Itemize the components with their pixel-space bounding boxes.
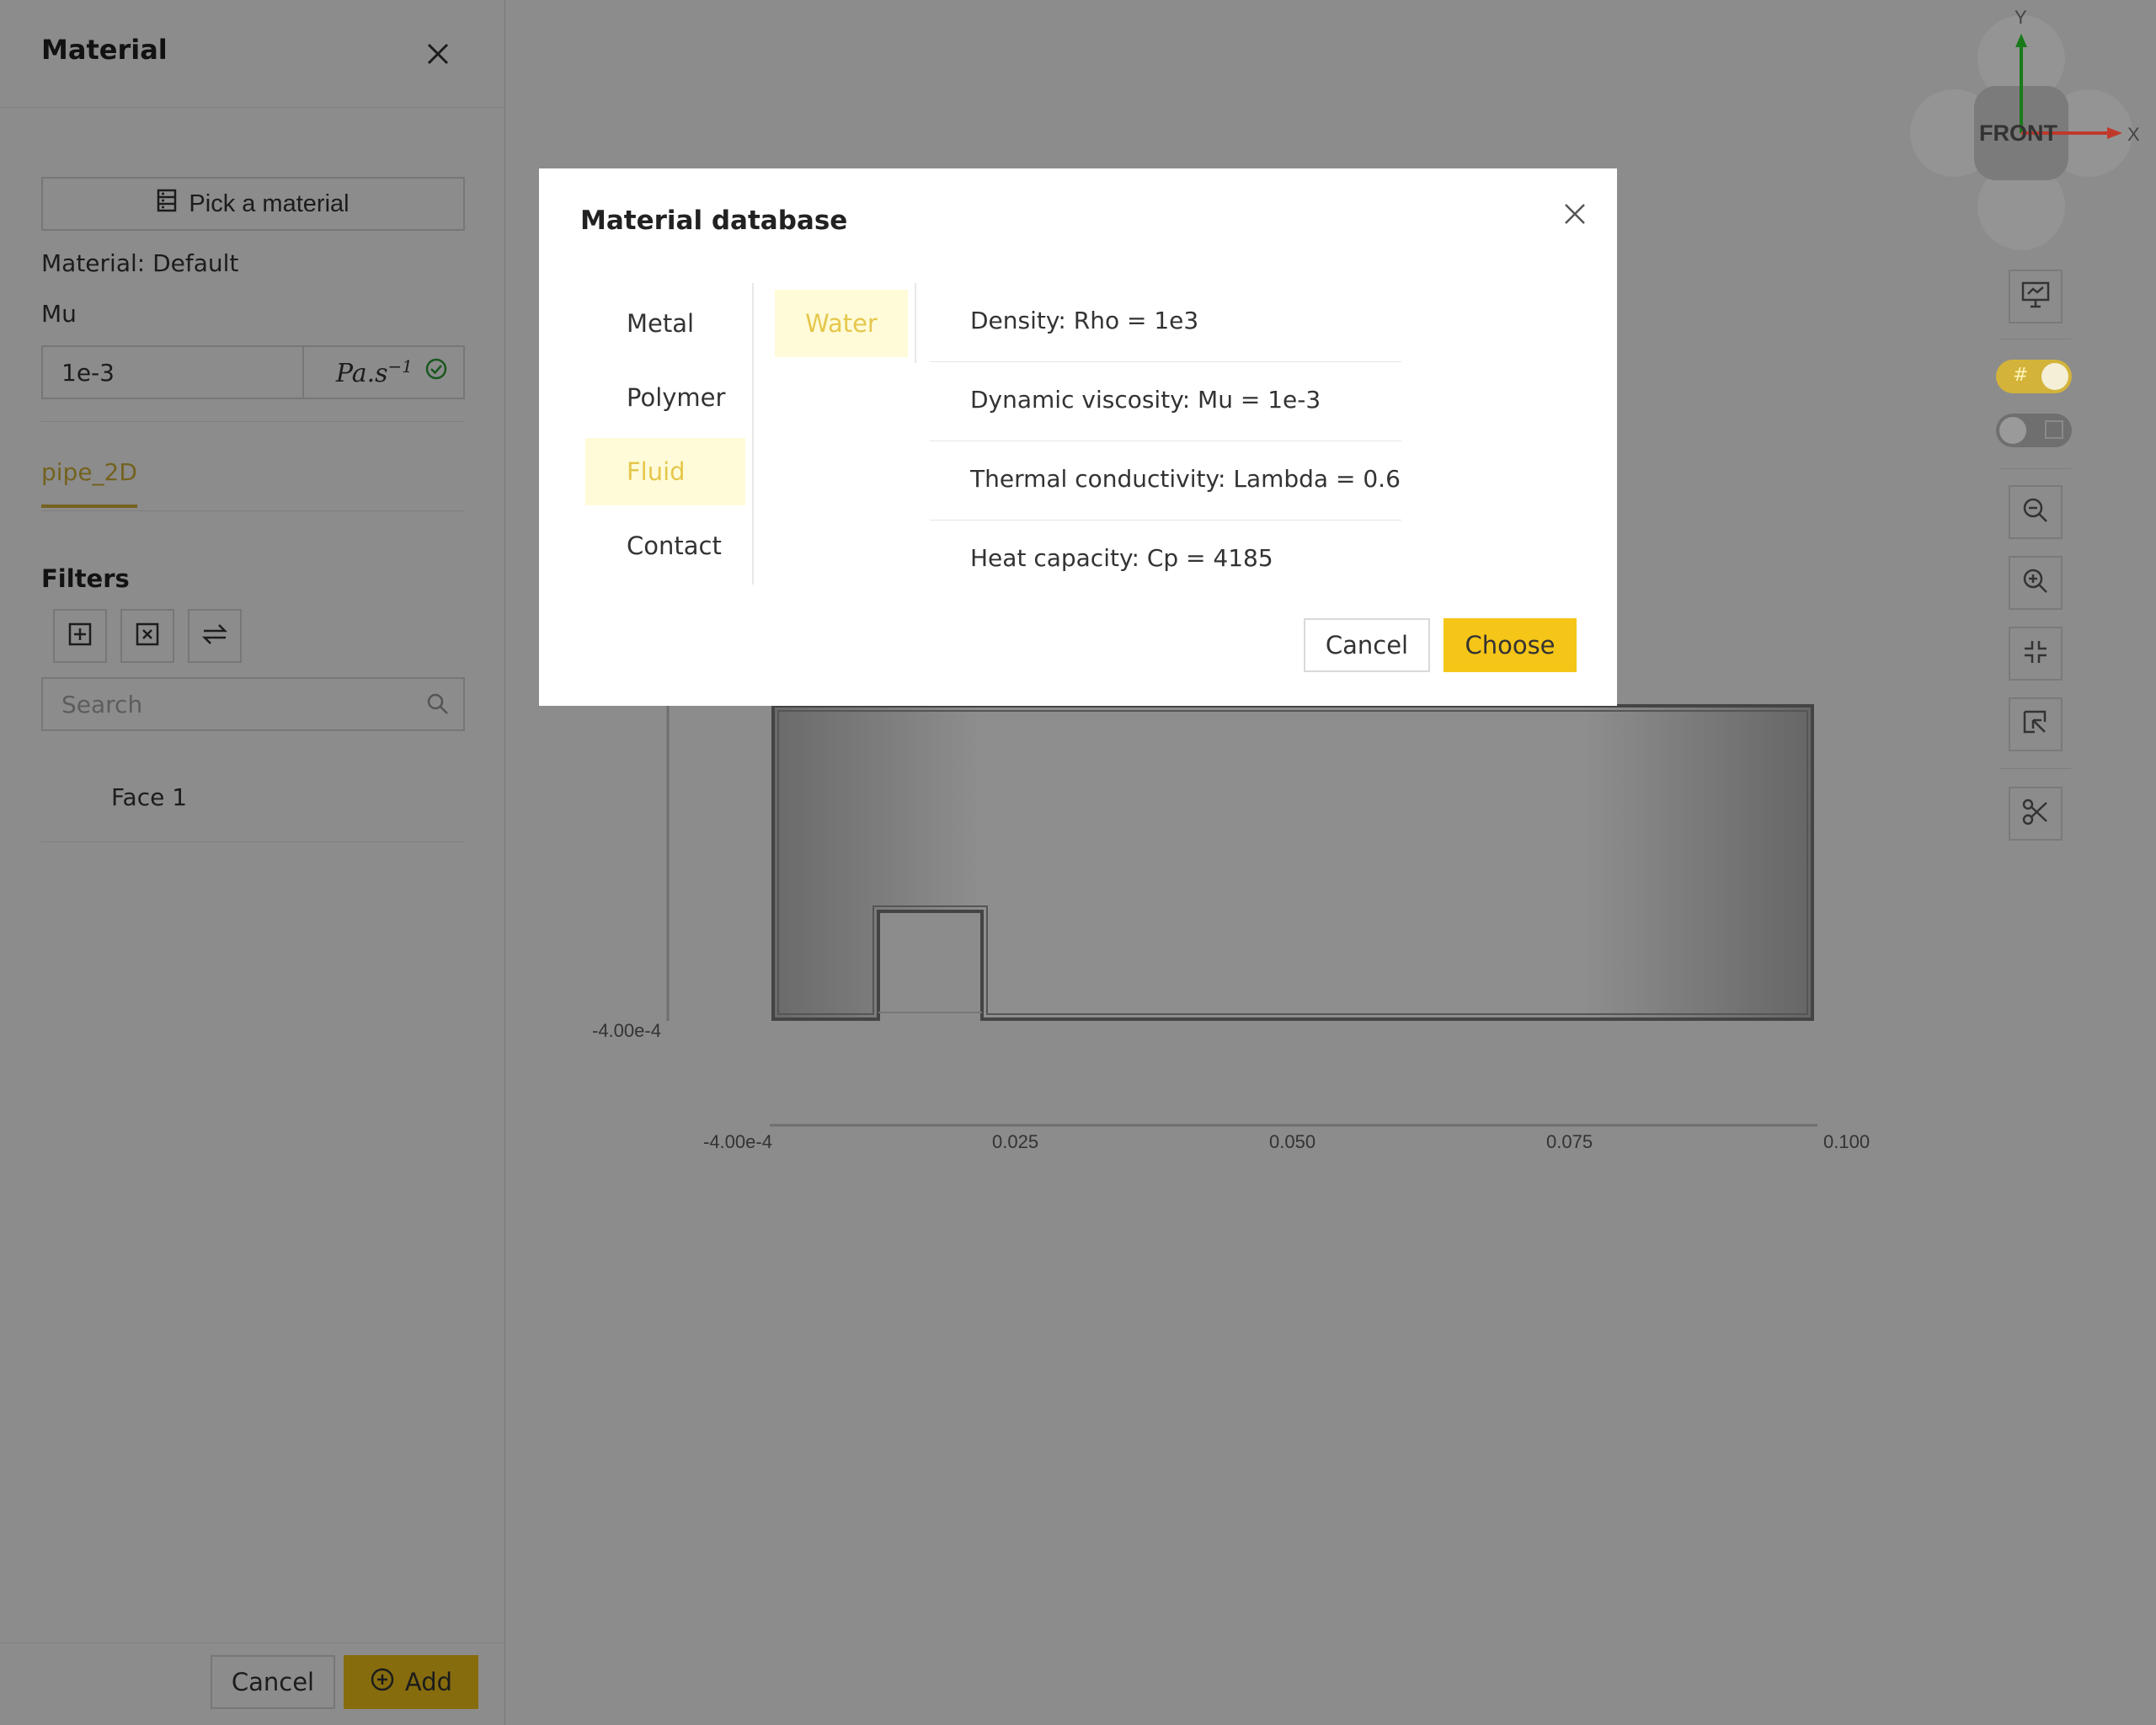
cube-face-front[interactable]: FRONT	[1979, 120, 2057, 147]
property-heat-capacity: Heat capacity: Cp = 4185	[970, 544, 1273, 572]
property-viscosity: Dynamic viscosity: Mu = 1e-3	[930, 362, 1401, 441]
category-list: Metal Polymer Fluid Contact	[585, 283, 754, 585]
zoom-in-button[interactable]	[2009, 556, 2063, 610]
category-item-polymer[interactable]: Polymer	[585, 364, 745, 431]
clip-plane-button[interactable]	[2009, 787, 2063, 841]
close-icon[interactable]	[1556, 195, 1593, 232]
axes-toggle[interactable]	[1996, 414, 2072, 447]
grid-toggle[interactable]: #	[1996, 360, 2072, 393]
zoom-in-icon	[2021, 567, 2050, 599]
category-item-metal[interactable]: Metal	[585, 290, 745, 357]
scissors-icon	[2021, 798, 2050, 830]
material-list: Water	[775, 283, 916, 363]
toolbar-divider	[2000, 768, 2071, 769]
property-conductivity: Thermal conductivity: Lambda = 0.6	[930, 441, 1401, 521]
choose-button[interactable]: Choose	[1444, 618, 1577, 672]
category-item-contact[interactable]: Contact	[585, 512, 745, 579]
zoom-out-button[interactable]	[2009, 485, 2063, 539]
y-axis-name: Y	[2015, 7, 2027, 28]
compress-icon	[2021, 638, 2050, 670]
square-icon	[2045, 420, 2063, 439]
zoom-to-selection-button[interactable]	[2009, 697, 2063, 751]
x-axis-name: X	[2127, 124, 2140, 145]
presentation-icon	[2020, 280, 2051, 312]
category-item-fluid[interactable]: Fluid	[585, 438, 745, 505]
grid-icon: #	[2013, 365, 2029, 386]
property-density: Density: Rho = 1e3	[930, 283, 1401, 362]
fit-view-button[interactable]	[2009, 627, 2063, 681]
select-region-icon	[2021, 708, 2050, 740]
material-database-dialog: Material database Metal Polymer Fluid Co…	[539, 168, 1617, 706]
dialog-cancel-button[interactable]: Cancel	[1304, 618, 1430, 672]
screenshot-button[interactable]	[2009, 270, 2063, 323]
toggle-knob	[2041, 363, 2068, 390]
zoom-out-icon	[2021, 496, 2050, 528]
material-item-water[interactable]: Water	[775, 290, 908, 357]
toggle-knob	[1999, 417, 2026, 444]
dialog-title: Material database	[580, 206, 848, 236]
toolbar-divider	[2000, 468, 2071, 469]
